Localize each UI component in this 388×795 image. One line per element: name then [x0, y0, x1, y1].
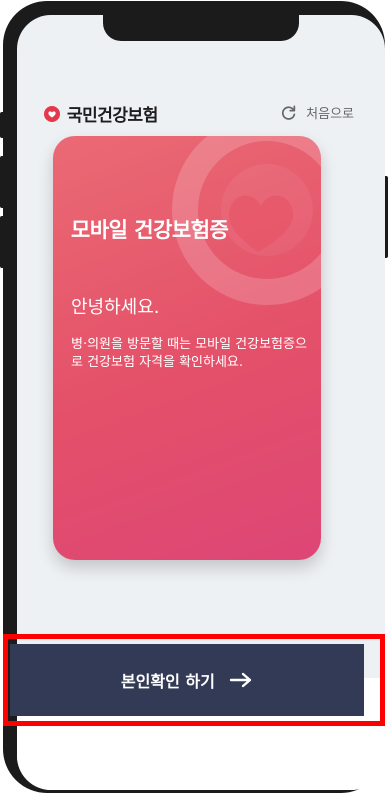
phone-notch	[103, 15, 299, 41]
restart-label: 처음으로	[306, 107, 354, 122]
brand-name: 국민건강보험	[67, 106, 158, 126]
highlight-box	[3, 634, 385, 726]
card-greeting: 안녕하세요.	[71, 297, 160, 318]
card-description: 병·의원을 방문할 때는 모바일 건강보험증으로 건강보험 자격을 확인하세요.	[71, 337, 307, 370]
card-title: 모바일 건강보험증	[71, 218, 229, 242]
brand-logo: 국민건강보험	[44, 101, 158, 126]
heart-logo-icon	[44, 105, 60, 122]
health-card: 모바일 건강보험증 안녕하세요. 병·의원을 방문할 때는 모바일 건강보험증으…	[53, 136, 321, 560]
refresh-icon	[282, 105, 296, 120]
restart-button[interactable]: 처음으로	[280, 103, 354, 122]
